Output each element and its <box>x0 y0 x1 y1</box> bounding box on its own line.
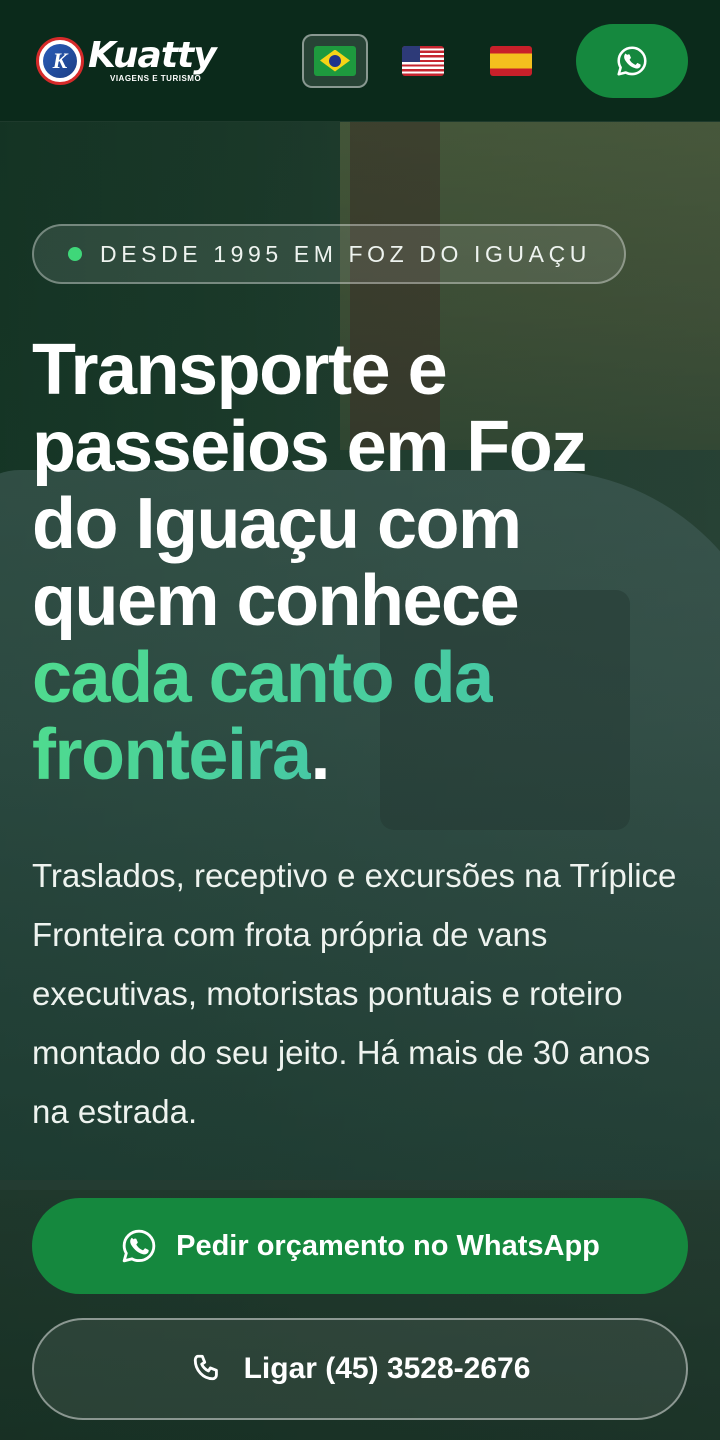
call-phone-button[interactable]: Ligar (45) 3528-2676 <box>32 1318 688 1420</box>
status-dot-icon <box>68 247 82 261</box>
headline-accent-line-2: fronteira <box>32 715 312 795</box>
site-header: K Kuatty VIAGENS E TURISMO <box>0 0 720 122</box>
hero-section: DESDE 1995 EM FOZ DO IGUAÇU Transporte e… <box>32 224 692 1141</box>
headline-line-3: do Iguaçu com <box>32 484 522 564</box>
brazil-flag-icon <box>314 45 356 76</box>
logo-mark-letter: K <box>43 43 77 78</box>
headline-period: . <box>310 715 331 795</box>
logo-link[interactable]: K Kuatty VIAGENS E TURISMO <box>36 35 217 85</box>
spain-flag-icon <box>490 45 532 76</box>
headline-line-4: quem conhece <box>32 561 520 641</box>
whatsapp-quote-label: Pedir orçamento no WhatsApp <box>176 1229 600 1262</box>
logo-subtitle: VIAGENS E TURISMO <box>110 74 202 83</box>
usa-flag-icon <box>402 45 444 76</box>
hero-description: Traslados, receptivo e excursões na Tríp… <box>32 857 677 1130</box>
whatsapp-icon <box>615 44 649 78</box>
whatsapp-quote-button[interactable]: Pedir orçamento no WhatsApp <box>32 1198 688 1294</box>
since-badge-text: DESDE 1995 EM FOZ DO IGUAÇU <box>100 240 591 267</box>
language-switcher <box>302 23 688 98</box>
call-phone-label: Ligar (45) 3528-2676 <box>243 1352 531 1385</box>
language-button-pt[interactable] <box>302 33 368 88</box>
header-whatsapp-button[interactable] <box>576 23 688 98</box>
logo-name: Kuatty <box>88 35 217 76</box>
since-badge: DESDE 1995 EM FOZ DO IGUAÇU <box>32 224 626 284</box>
headline-line-2: passeios em Foz <box>32 407 587 487</box>
hero-headline: Transporte e passeios em Foz do Iguaçu c… <box>32 332 692 794</box>
language-button-en[interactable] <box>390 34 456 88</box>
phone-icon <box>190 1351 226 1387</box>
headline-line-1: Transporte e <box>32 330 448 410</box>
whatsapp-icon <box>120 1227 158 1265</box>
headline-accent-line-1: cada canto da <box>32 638 494 718</box>
logo-mark-icon: K <box>36 36 84 85</box>
logo-text: Kuatty VIAGENS E TURISMO <box>88 35 217 83</box>
language-button-es[interactable] <box>478 34 544 88</box>
